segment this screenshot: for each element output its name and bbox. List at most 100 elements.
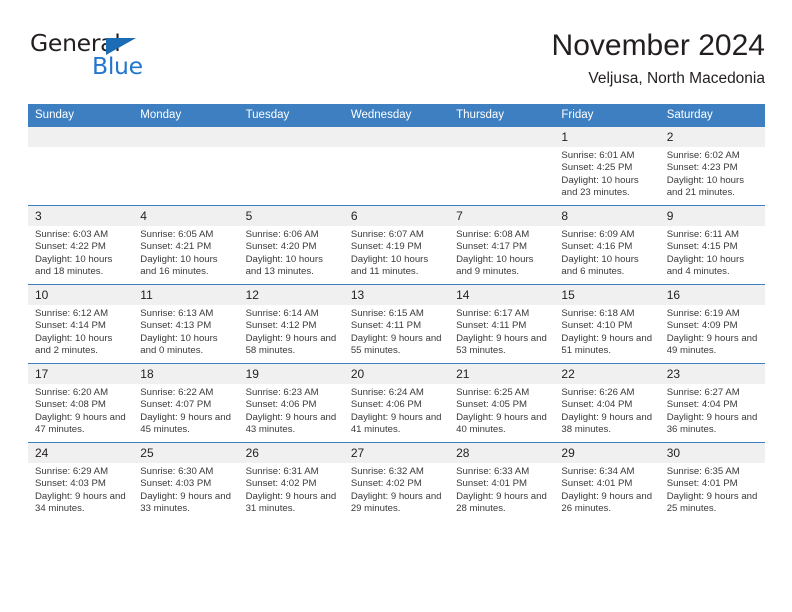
calendar-day-cell[interactable]: 30 Sunrise: 6:35 AM Sunset: 4:01 PM Dayligh… [659,442,765,521]
calendar-day-cell[interactable]: 16 Sunrise: 6:19 AM Sunset: 4:09 PM Dayligh… [659,284,765,364]
sunrise-text: Sunrise: 6:15 AM [350,308,424,319]
sunset-text: Sunset: 4:15 PM [666,241,738,253]
calendar-day-cell[interactable]: 26 Sunrise: 6:31 AM Sunset: 4:02 PM Dayligh… [238,442,344,521]
day-number: 20 [343,364,450,384]
calendar-day-cell[interactable]: 10 Sunrise: 6:12 AM Sunset: 4:14 PM Dayligh… [28,284,134,364]
day-sun-info: Sunrise: 6:34 AM Sunset: 4:01 PM Daylight:… [554,463,659,515]
sunrise-text: Sunrise: 6:24 AM [350,387,424,398]
calendar-day-cell[interactable]: 13 Sunrise: 6:15 AM Sunset: 4:11 PM Dayligh… [343,284,450,364]
day-sun-info: Sunrise: 6:13 AM Sunset: 4:13 PM Daylight:… [133,305,238,357]
sunset-text: Sunset: 4:19 PM [350,241,422,253]
day-number: 28 [449,443,555,463]
day-number: 21 [449,364,555,384]
sunrise-text: Sunrise: 6:07 AM [350,229,424,240]
day-number: 17 [28,364,134,384]
day-sun-info: Sunrise: 6:07 AM Sunset: 4:19 PM Daylight:… [344,226,449,278]
calendar-day-cell[interactable]: 6 Sunrise: 6:07 AM Sunset: 4:19 PM Daylight… [343,205,450,285]
calendar-body: 1 Sunrise: 6:01 AM Sunset: 4:25 PM Daylight… [28,126,765,521]
daylight-text: Daylight: 9 hours and 43 minutes. [245,411,337,435]
calendar-day-cell[interactable]: 29 Sunrise: 6:34 AM Sunset: 4:01 PM Dayligh… [554,442,660,521]
calendar-day-cell[interactable]: 23 Sunrise: 6:27 AM Sunset: 4:04 PM Dayligh… [659,363,765,443]
daylight-text: Daylight: 10 hours and 21 minutes. [666,174,745,198]
day-sun-info: Sunrise: 6:35 AM Sunset: 4:01 PM Daylight:… [660,463,765,515]
sunrise-text: Sunrise: 6:12 AM [35,308,109,319]
daylight-text: Daylight: 10 hours and 4 minutes. [666,253,745,277]
calendar-day-cell[interactable]: 4 Sunrise: 6:05 AM Sunset: 4:21 PM Daylight… [133,205,239,285]
day-number: 8 [554,206,660,226]
calendar-day-cell[interactable]: 11 Sunrise: 6:13 AM Sunset: 4:13 PM Dayligh… [133,284,239,364]
weekday-header-monday: Monday [133,104,239,127]
calendar-day-cell[interactable]: 2 Sunrise: 6:02 AM Sunset: 4:23 PM Daylight… [659,126,765,206]
daylight-text: Daylight: 10 hours and 0 minutes. [140,332,218,356]
day-sun-info: Sunrise: 6:23 AM Sunset: 4:06 PM Daylight:… [239,384,344,436]
calendar-day-cell[interactable]: 28 Sunrise: 6:33 AM Sunset: 4:01 PM Dayligh… [449,442,555,521]
calendar-day-cell[interactable]: 18 Sunrise: 6:22 AM Sunset: 4:07 PM Dayligh… [133,363,239,443]
day-sun-info: Sunrise: 6:02 AM Sunset: 4:23 PM Daylight:… [660,147,765,199]
sunset-text: Sunset: 4:25 PM [561,162,633,174]
sunset-text: Sunset: 4:09 PM [666,320,738,332]
calendar-day-cell[interactable]: 15 Sunrise: 6:18 AM Sunset: 4:10 PM Dayligh… [554,284,660,364]
daylight-text: Daylight: 9 hours and 31 minutes. [245,490,337,514]
sunrise-text: Sunrise: 6:09 AM [561,229,635,240]
calendar-day-cell[interactable]: 9 Sunrise: 6:11 AM Sunset: 4:15 PM Daylight… [659,205,765,285]
sunset-text: Sunset: 4:04 PM [561,399,633,411]
calendar-day-cell-empty [133,126,239,206]
daylight-text: Daylight: 9 hours and 33 minutes. [140,490,231,514]
calendar-day-cell[interactable]: 21 Sunrise: 6:25 AM Sunset: 4:05 PM Dayligh… [449,363,555,443]
day-number [449,127,555,147]
daylight-text: Daylight: 9 hours and 41 minutes. [350,411,442,435]
day-number: 22 [554,364,660,384]
daylight-text: Daylight: 9 hours and 51 minutes. [561,332,653,356]
calendar-day-cell[interactable]: 7 Sunrise: 6:08 AM Sunset: 4:17 PM Daylight… [449,205,555,285]
daylight-text: Daylight: 9 hours and 58 minutes. [245,332,337,356]
daylight-text: Daylight: 9 hours and 55 minutes. [350,332,442,356]
calendar-day-cell-empty [238,126,344,206]
sunset-text: Sunset: 4:01 PM [456,478,528,490]
daylight-text: Daylight: 9 hours and 26 minutes. [561,490,653,514]
sunset-text: Sunset: 4:11 PM [350,320,422,332]
day-sun-info: Sunrise: 6:03 AM Sunset: 4:22 PM Daylight:… [28,226,133,278]
day-number: 3 [28,206,134,226]
logo-word-blue: Blue [92,52,143,80]
day-number [28,127,134,147]
general-blue-logo[interactable]: General Blue [30,31,180,88]
day-sun-info: Sunrise: 6:20 AM Sunset: 4:08 PM Daylight:… [28,384,133,436]
weekday-header-tuesday: Tuesday [238,104,344,127]
day-sun-info: Sunrise: 6:31 AM Sunset: 4:02 PM Daylight:… [239,463,344,515]
sunrise-text: Sunrise: 6:34 AM [561,466,635,477]
day-sun-info: Sunrise: 6:14 AM Sunset: 4:12 PM Daylight:… [239,305,344,357]
sunrise-text: Sunrise: 6:31 AM [245,466,319,477]
daylight-text: Daylight: 9 hours and 47 minutes. [35,411,126,435]
calendar-day-cell[interactable]: 27 Sunrise: 6:32 AM Sunset: 4:02 PM Dayligh… [343,442,450,521]
calendar-day-cell[interactable]: 25 Sunrise: 6:30 AM Sunset: 4:03 PM Dayligh… [133,442,239,521]
sunset-text: Sunset: 4:03 PM [140,478,212,490]
day-number: 15 [554,285,660,305]
sunset-text: Sunset: 4:07 PM [140,399,212,411]
day-number: 26 [238,443,344,463]
sunrise-text: Sunrise: 6:33 AM [456,466,530,477]
daylight-text: Daylight: 9 hours and 36 minutes. [666,411,758,435]
calendar-day-cell[interactable]: 24 Sunrise: 6:29 AM Sunset: 4:03 PM Dayligh… [28,442,134,521]
calendar-header-row: Sunday Monday Tuesday Wednesday Thursday Frid… [28,104,765,127]
sunrise-text: Sunrise: 6:17 AM [456,308,530,319]
calendar-day-cell[interactable]: 19 Sunrise: 6:23 AM Sunset: 4:06 PM Dayligh… [238,363,344,443]
calendar-day-cell[interactable]: 14 Sunrise: 6:17 AM Sunset: 4:11 PM Dayligh… [449,284,555,364]
calendar-day-cell[interactable]: 12 Sunrise: 6:14 AM Sunset: 4:12 PM Dayligh… [238,284,344,364]
day-number: 24 [28,443,134,463]
calendar-day-cell[interactable]: 8 Sunrise: 6:09 AM Sunset: 4:16 PM Daylight… [554,205,660,285]
calendar-day-cell[interactable]: 22 Sunrise: 6:26 AM Sunset: 4:04 PM Dayligh… [554,363,660,443]
daylight-text: Daylight: 9 hours and 34 minutes. [35,490,126,514]
sunset-text: Sunset: 4:20 PM [245,241,317,253]
calendar-day-cell[interactable]: 20 Sunrise: 6:24 AM Sunset: 4:06 PM Dayligh… [343,363,450,443]
calendar-day-cell[interactable]: 17 Sunrise: 6:20 AM Sunset: 4:08 PM Dayligh… [28,363,134,443]
daylight-text: Daylight: 9 hours and 29 minutes. [350,490,442,514]
day-sun-info: Sunrise: 6:32 AM Sunset: 4:02 PM Daylight:… [344,463,449,515]
day-sun-info: Sunrise: 6:29 AM Sunset: 4:03 PM Daylight:… [28,463,133,515]
calendar-day-cell[interactable]: 3 Sunrise: 6:03 AM Sunset: 4:22 PM Daylight… [28,205,134,285]
day-number: 19 [238,364,344,384]
day-number: 13 [343,285,450,305]
calendar-day-cell[interactable]: 1 Sunrise: 6:01 AM Sunset: 4:25 PM Daylight… [554,126,660,206]
day-number: 30 [659,443,765,463]
calendar-day-cell[interactable]: 5 Sunrise: 6:06 AM Sunset: 4:20 PM Daylight… [238,205,344,285]
calendar-day-cell-empty [343,126,450,206]
